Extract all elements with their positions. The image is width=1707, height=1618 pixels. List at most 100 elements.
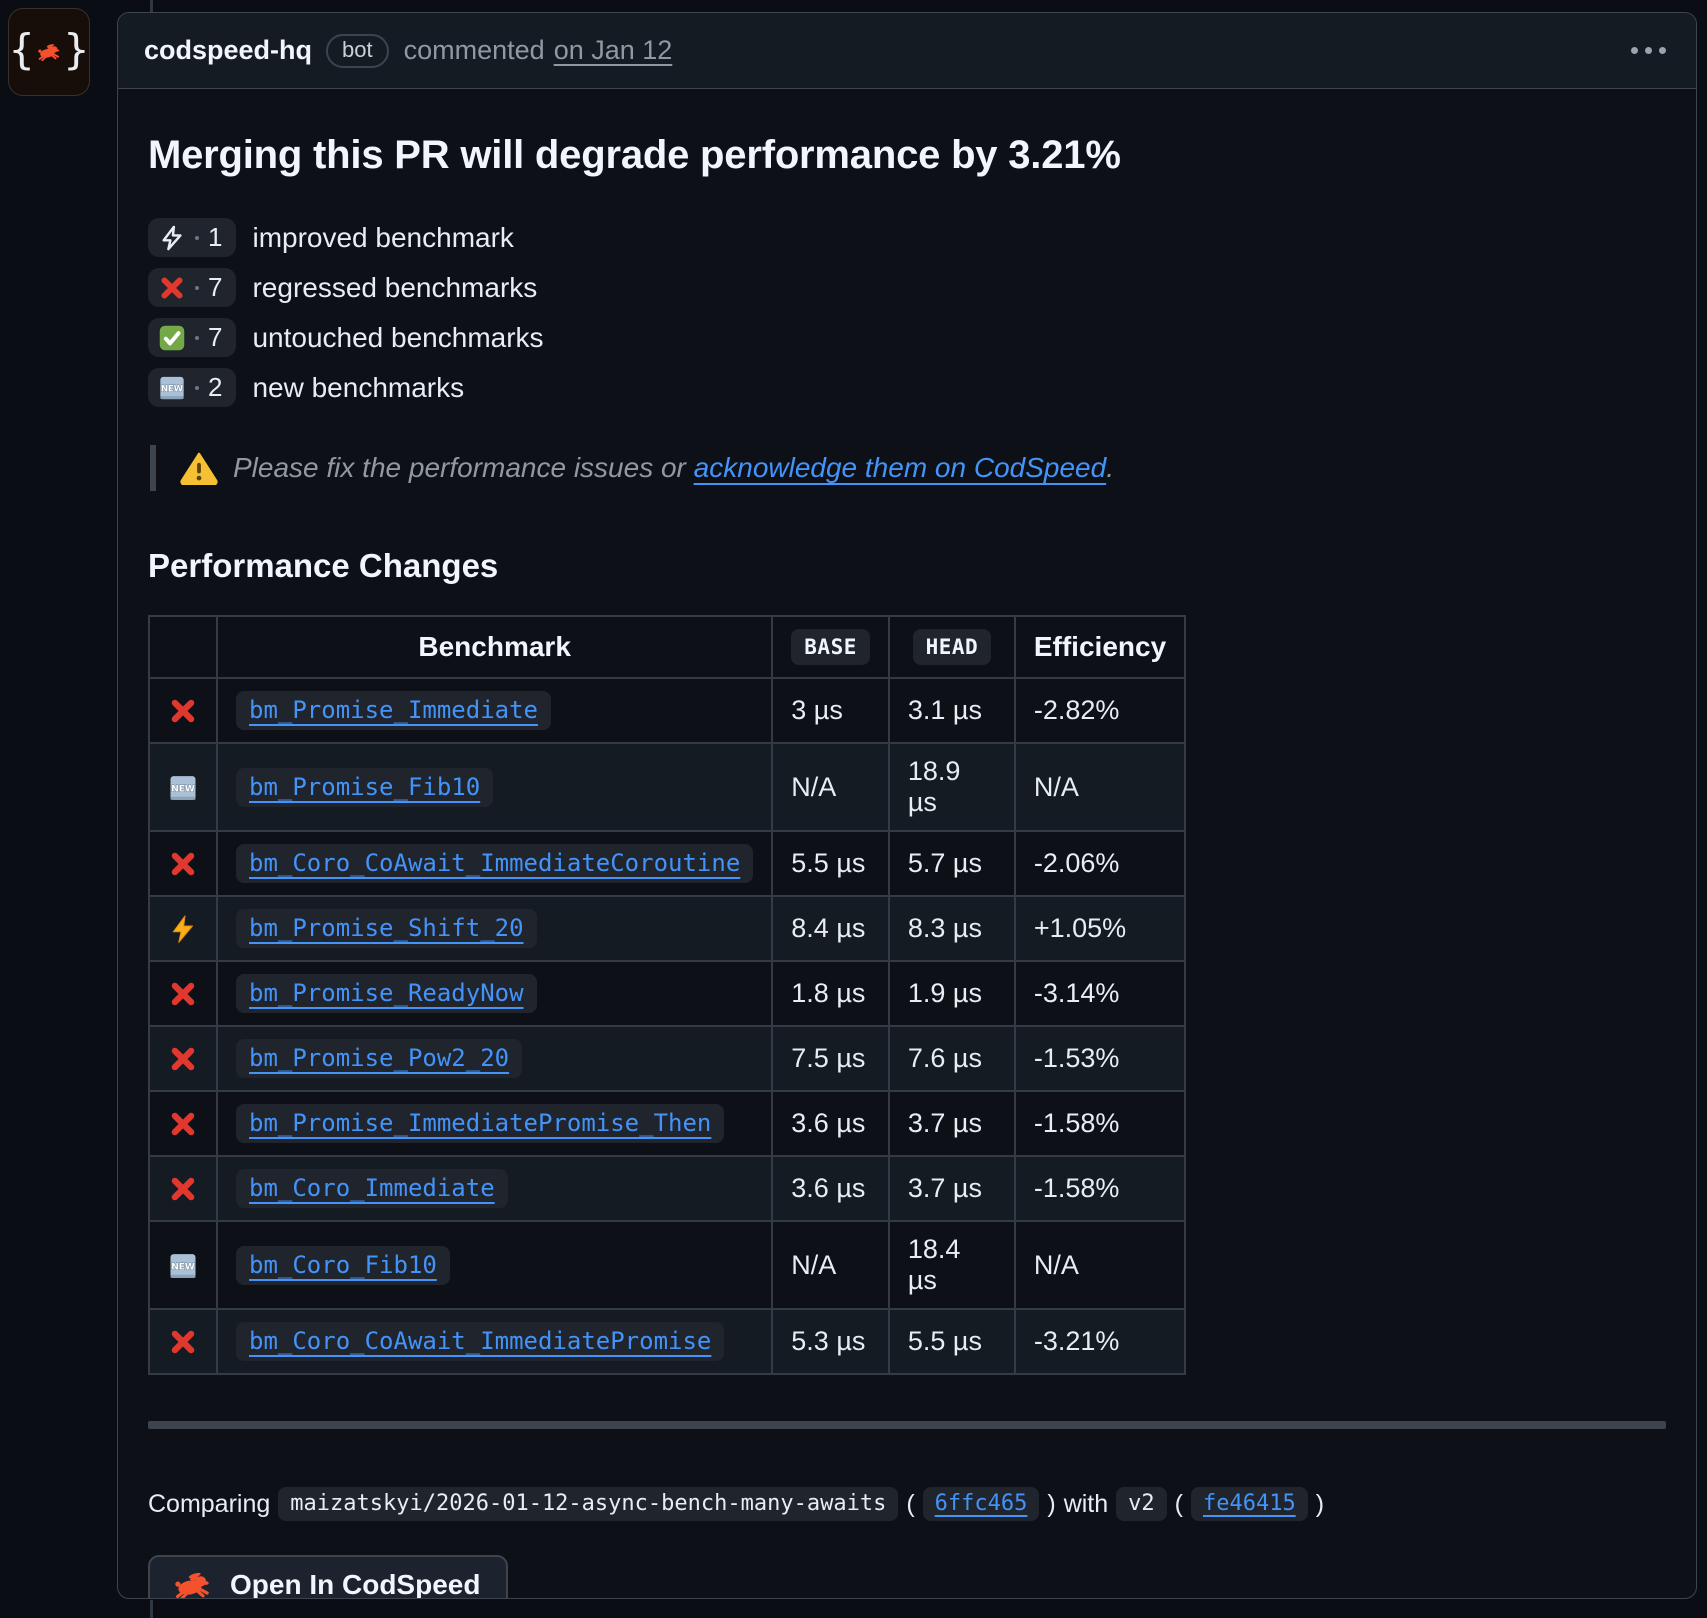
base-value: 1.8 µs: [772, 961, 889, 1026]
svg-text:NEW: NEW: [171, 784, 195, 794]
benchmark-link[interactable]: bm_Promise_Fib10: [236, 768, 493, 807]
table-row: NEW bm_Promise_Fib10 N/A 18.9 µs N/A: [149, 743, 1185, 831]
head-value: 5.7 µs: [889, 831, 1015, 896]
author-link[interactable]: codspeed-hq: [144, 35, 312, 66]
row-status-icon: NEW: [149, 1221, 217, 1309]
table-row: bm_Promise_ReadyNow 1.8 µs 1.9 µs -3.14%: [149, 961, 1185, 1026]
base-value: N/A: [772, 743, 889, 831]
head-commit-link[interactable]: 6ffc465: [923, 1487, 1040, 1521]
acknowledge-link[interactable]: acknowledge them on CodSpeed: [694, 452, 1107, 483]
avatar-brace-right: }: [64, 29, 89, 75]
efficiency-value: -3.14%: [1015, 961, 1185, 1026]
head-value: 3.1 µs: [889, 678, 1015, 743]
benchmark-link[interactable]: bm_Promise_Shift_20: [236, 909, 537, 948]
new-icon: NEW: [168, 1251, 198, 1281]
cross-icon: [168, 696, 198, 726]
row-status-icon: [149, 678, 217, 743]
benchmark-link[interactable]: bm_Promise_Immediate: [236, 691, 551, 730]
bot-badge: bot: [326, 34, 389, 68]
svg-text:NEW: NEW: [171, 1262, 195, 1272]
benchmark-link[interactable]: bm_Promise_ReadyNow: [236, 974, 537, 1013]
summary-new: NEW 2 new benchmarks: [148, 368, 1666, 407]
efficiency-value: N/A: [1015, 1221, 1185, 1309]
head-value: 7.6 µs: [889, 1026, 1015, 1091]
summary-untouched: 7 untouched benchmarks: [148, 318, 1666, 357]
cross-icon: [168, 1109, 198, 1139]
warning-blockquote: Please fix the performance issues or ack…: [150, 445, 1666, 491]
table-header-row: Benchmark BASE HEAD Efficiency: [149, 616, 1185, 678]
summary-count: 2: [208, 372, 222, 403]
new-icon: NEW: [158, 374, 186, 402]
head-value: 18.9 µs: [889, 743, 1015, 831]
summary-count: 7: [208, 272, 222, 303]
base-commit-link[interactable]: fe46415: [1191, 1487, 1308, 1521]
benchmark-link[interactable]: bm_Coro_CoAwait_ImmediateCoroutine: [236, 844, 753, 883]
table-row: bm_Coro_Immediate 3.6 µs 3.7 µs -1.58%: [149, 1156, 1185, 1221]
summary-label: new benchmarks: [252, 372, 464, 404]
branch-code: maizatskyi/2026-01-12-async-bench-many-a…: [278, 1487, 898, 1521]
summary-count: 1: [208, 222, 222, 253]
cross-icon: [168, 979, 198, 1009]
comment-date-link[interactable]: on Jan 12: [554, 35, 673, 66]
head-value: 8.3 µs: [889, 896, 1015, 961]
base-value: 5.5 µs: [772, 831, 889, 896]
warning-icon: [180, 451, 218, 485]
comparing-label: Comparing: [148, 1490, 270, 1519]
cross-icon: [168, 1174, 198, 1204]
efficiency-column-header: Efficiency: [1015, 616, 1185, 678]
benchmark-link[interactable]: bm_Promise_Pow2_20: [236, 1039, 522, 1078]
table-row: NEW bm_Coro_Fib10 N/A 18.4 µs N/A: [149, 1221, 1185, 1309]
check-icon: [158, 324, 186, 352]
lightning-icon: [168, 914, 198, 944]
base-column-header: BASE: [772, 616, 889, 678]
row-status-icon: [149, 1026, 217, 1091]
performance-table: Benchmark BASE HEAD Efficiency bm_Promis…: [148, 615, 1186, 1375]
svg-text:NEW: NEW: [161, 383, 183, 393]
table-row: bm_Promise_Shift_20 8.4 µs 8.3 µs +1.05%: [149, 896, 1185, 961]
row-status-icon: [149, 1309, 217, 1374]
efficiency-value: -2.82%: [1015, 678, 1185, 743]
new-icon: NEW: [168, 773, 198, 803]
comparing-line: Comparing maizatskyi/2026-01-12-async-be…: [148, 1487, 1666, 1521]
head-column-header: HEAD: [889, 616, 1015, 678]
comment-card: codspeed-hq bot commented on Jan 12 Merg…: [117, 12, 1697, 1599]
status-column-header: [149, 616, 217, 678]
benchmark-link[interactable]: bm_Coro_Fib10: [236, 1246, 450, 1285]
avatar-brace-left: {: [9, 29, 34, 75]
row-status-icon: NEW: [149, 743, 217, 831]
table-row: bm_Promise_Pow2_20 7.5 µs 7.6 µs -1.53%: [149, 1026, 1185, 1091]
efficiency-value: +1.05%: [1015, 896, 1185, 961]
bot-avatar[interactable]: { }: [8, 8, 90, 96]
warning-text: Please fix the performance issues or ack…: [233, 452, 1114, 484]
row-status-icon: [149, 896, 217, 961]
summary-label: untouched benchmarks: [252, 322, 543, 354]
commented-label: commented: [404, 35, 545, 66]
benchmark-column-header: Benchmark: [217, 616, 772, 678]
summary-badge: NEW 2: [148, 368, 236, 407]
row-status-icon: [149, 1091, 217, 1156]
base-value: N/A: [772, 1221, 889, 1309]
markdown-divider: [148, 1421, 1666, 1429]
base-value: 5.3 µs: [772, 1309, 889, 1374]
benchmark-link[interactable]: bm_Promise_ImmediatePromise_Then: [236, 1104, 724, 1143]
benchmark-link[interactable]: bm_Coro_CoAwait_ImmediatePromise: [236, 1322, 724, 1361]
base-value: 8.4 µs: [772, 896, 889, 961]
performance-changes-heading: Performance Changes: [148, 547, 1666, 585]
table-row: bm_Coro_CoAwait_ImmediatePromise 5.3 µs …: [149, 1309, 1185, 1374]
row-status-icon: [149, 831, 217, 896]
base-branch-code: v2: [1116, 1487, 1167, 1521]
comment-body: Merging this PR will degrade performance…: [118, 89, 1696, 1599]
kebab-menu-icon[interactable]: [1627, 37, 1670, 64]
base-value: 3.6 µs: [772, 1091, 889, 1156]
efficiency-value: -1.53%: [1015, 1026, 1185, 1091]
lightning-outline-icon: [158, 224, 186, 252]
efficiency-value: -1.58%: [1015, 1091, 1185, 1156]
open-in-codspeed-button[interactable]: Open In CodSpeed: [148, 1555, 508, 1599]
benchmark-link[interactable]: bm_Coro_Immediate: [236, 1169, 508, 1208]
cross-icon: [168, 1044, 198, 1074]
comment-header: codspeed-hq bot commented on Jan 12: [118, 13, 1696, 89]
summary-improved: 1 improved benchmark: [148, 218, 1666, 257]
cross-icon: [168, 1327, 198, 1357]
timeline-line-bottom: [150, 1600, 153, 1618]
base-value: 7.5 µs: [772, 1026, 889, 1091]
